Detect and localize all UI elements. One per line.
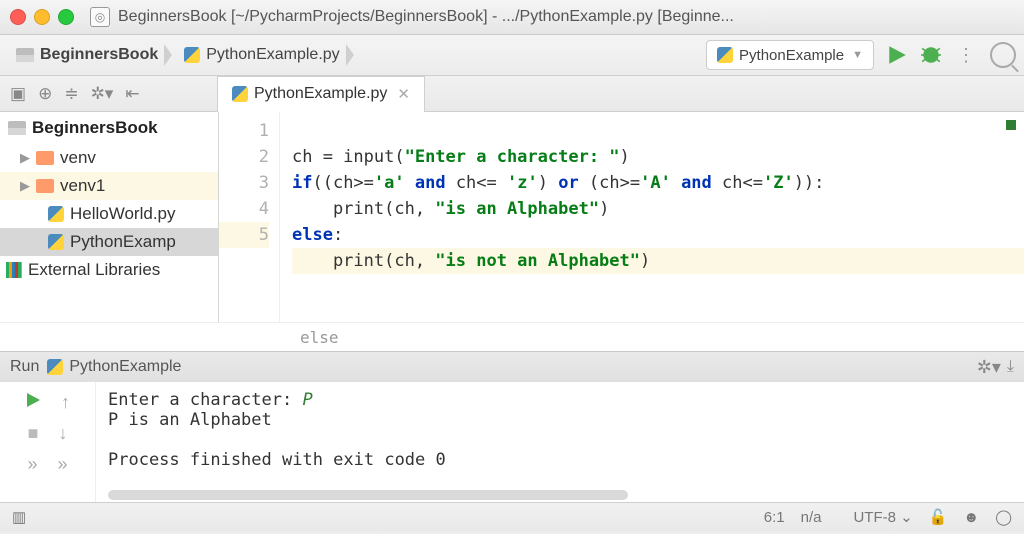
python-file-icon bbox=[232, 86, 248, 102]
more-actions-button[interactable]: ⋮ bbox=[952, 45, 980, 66]
horizontal-scrollbar[interactable] bbox=[108, 490, 628, 500]
toolbar: ▣ ⊕ ≑ ✲▾ ⇤ PythonExample.py ✕ bbox=[0, 76, 1024, 112]
project-root-label: BeginnersBook bbox=[32, 118, 158, 138]
lock-icon[interactable]: 🔓 bbox=[929, 508, 948, 526]
breadcrumb-file-label: PythonExample.py bbox=[206, 46, 339, 64]
tree-item-external-libs[interactable]: External Libraries bbox=[0, 256, 218, 284]
caret-position[interactable]: 6:1 bbox=[764, 509, 785, 526]
tree-item-label: venv1 bbox=[60, 176, 105, 196]
encoding[interactable]: UTF-8 ⌄ bbox=[837, 508, 912, 526]
tree-item-label: HelloWorld.py bbox=[70, 204, 176, 224]
line-sep[interactable]: n/a bbox=[801, 509, 822, 526]
inspector-icon[interactable]: ☻ bbox=[963, 509, 979, 526]
tree-item-helloworld[interactable]: HelloWorld.py bbox=[0, 200, 218, 228]
project-view-icon[interactable]: ▣ bbox=[10, 84, 26, 104]
settings-icon[interactable]: ✲▾ bbox=[91, 84, 114, 104]
zoom-window-icon[interactable] bbox=[58, 9, 74, 25]
app-icon: ◎ bbox=[90, 7, 110, 27]
editor-breadcrumb[interactable]: else bbox=[0, 322, 1024, 351]
run-config-selector[interactable]: PythonExample ▼ bbox=[706, 40, 874, 70]
python-file-icon bbox=[184, 47, 200, 63]
code-editor[interactable]: 12345 ch = input("Enter a character: ") … bbox=[219, 112, 1024, 322]
run-button[interactable] bbox=[886, 44, 908, 66]
search-icon[interactable] bbox=[990, 42, 1016, 68]
tree-item-label: PythonExamp bbox=[70, 232, 176, 252]
chevron-right-icon: ▶ bbox=[20, 178, 30, 194]
tree-item-label: venv bbox=[60, 148, 96, 168]
tree-item-venv1[interactable]: ▶ venv1 bbox=[0, 172, 218, 200]
main-area: BeginnersBook ▶ venv ▶ venv1 HelloWorld.… bbox=[0, 112, 1024, 322]
folder-icon bbox=[16, 48, 34, 62]
analysis-ok-icon bbox=[1006, 120, 1016, 130]
chevron-down-icon: ▼ bbox=[852, 49, 863, 61]
hide-icon[interactable]: ⇤ bbox=[125, 84, 139, 104]
editor-tab-label: PythonExample.py bbox=[254, 85, 387, 103]
project-root[interactable]: BeginnersBook bbox=[0, 112, 218, 144]
console-line: P is an Alphabet bbox=[108, 410, 1012, 430]
download-icon[interactable]: ⤓ bbox=[1007, 358, 1014, 376]
more-icon[interactable]: » bbox=[27, 454, 37, 475]
run-panel: Run PythonExample ✲▾ ⤓ ↑ ■ ↓ » » Enter a… bbox=[0, 351, 1024, 502]
console-input: P bbox=[302, 390, 312, 410]
settings-icon[interactable]: ✲▾ bbox=[977, 357, 1001, 378]
folder-icon bbox=[36, 179, 54, 193]
window-title: BeginnersBook [~/PycharmProjects/Beginne… bbox=[118, 8, 1014, 26]
tool-window-icon[interactable]: ▥ bbox=[12, 508, 26, 526]
run-panel-title: Run bbox=[10, 358, 39, 376]
debug-button[interactable] bbox=[920, 44, 942, 66]
minimize-window-icon[interactable] bbox=[34, 9, 50, 25]
tree-item-pythonexample[interactable]: PythonExamp bbox=[0, 228, 218, 256]
project-sidebar[interactable]: BeginnersBook ▶ venv ▶ venv1 HelloWorld.… bbox=[0, 112, 219, 322]
folder-icon bbox=[8, 121, 26, 135]
navbar: BeginnersBook PythonExample.py PythonExa… bbox=[0, 35, 1024, 76]
down-button[interactable]: ↓ bbox=[58, 423, 67, 444]
python-file-icon bbox=[48, 206, 64, 222]
rerun-button[interactable] bbox=[25, 392, 41, 413]
editor-tab[interactable]: PythonExample.py ✕ bbox=[217, 76, 425, 112]
breadcrumb-project[interactable]: BeginnersBook bbox=[8, 40, 166, 70]
run-toolbar: ↑ ■ ↓ » » bbox=[0, 382, 96, 502]
feedback-icon[interactable]: ◯ bbox=[995, 508, 1012, 526]
stop-button[interactable]: ■ bbox=[28, 423, 39, 444]
console-output[interactable]: Enter a character: P P is an Alphabet Pr… bbox=[96, 382, 1024, 502]
more-icon[interactable]: » bbox=[58, 454, 68, 475]
breadcrumb-file[interactable]: PythonExample.py bbox=[176, 40, 347, 70]
status-bar: ▥ 6:1 n/a UTF-8 ⌄ 🔓 ☻ ◯ bbox=[0, 502, 1024, 531]
console-line: Enter a character: bbox=[108, 390, 302, 410]
library-icon bbox=[6, 262, 22, 278]
breadcrumb-project-label: BeginnersBook bbox=[40, 46, 158, 64]
python-file-icon bbox=[47, 359, 63, 375]
close-tab-icon[interactable]: ✕ bbox=[397, 85, 410, 103]
target-icon[interactable]: ⊕ bbox=[38, 84, 52, 104]
tree-item-label: External Libraries bbox=[28, 260, 160, 280]
run-panel-header[interactable]: Run PythonExample ✲▾ ⤓ bbox=[0, 352, 1024, 382]
python-file-icon bbox=[48, 234, 64, 250]
collapse-icon[interactable]: ≑ bbox=[64, 84, 78, 104]
code-area[interactable]: ch = input("Enter a character: ") if((ch… bbox=[280, 112, 1024, 322]
console-line: Process finished with exit code 0 bbox=[108, 450, 1012, 470]
run-panel-name: PythonExample bbox=[69, 358, 181, 376]
gutter: 12345 bbox=[219, 112, 280, 322]
folder-icon bbox=[36, 151, 54, 165]
titlebar: ◎ BeginnersBook [~/PycharmProjects/Begin… bbox=[0, 0, 1024, 35]
tree-item-venv[interactable]: ▶ venv bbox=[0, 144, 218, 172]
python-file-icon bbox=[717, 47, 733, 63]
close-window-icon[interactable] bbox=[10, 9, 26, 25]
editor-breadcrumb-label: else bbox=[300, 328, 339, 347]
run-config-label: PythonExample bbox=[739, 47, 844, 64]
up-button[interactable]: ↑ bbox=[61, 392, 70, 413]
chevron-right-icon: ▶ bbox=[20, 150, 30, 166]
